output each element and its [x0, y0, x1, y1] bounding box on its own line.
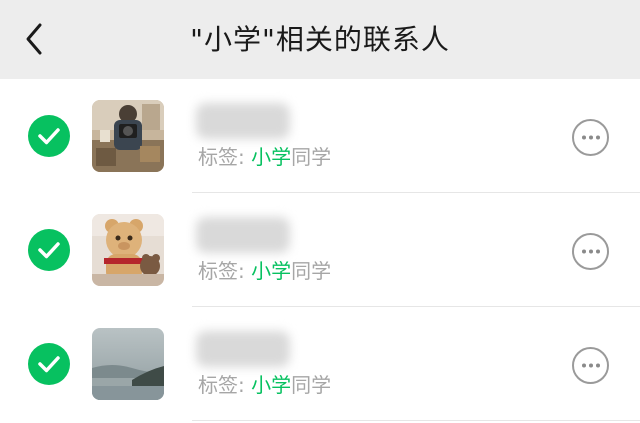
more-dots-icon	[582, 363, 600, 368]
avatar[interactable]	[92, 328, 164, 400]
contact-name-blurred	[196, 217, 290, 253]
tag-keyword-highlight: 小学	[251, 145, 292, 169]
contact-name-blurred	[196, 103, 290, 139]
more-button[interactable]	[572, 347, 609, 384]
navigation-bar: "小学"相关的联系人	[0, 0, 640, 79]
selected-checkbox[interactable]	[28, 343, 70, 385]
tag-suffix: 同学	[291, 145, 332, 169]
contact-tag: 标签: 小学同学	[198, 258, 331, 284]
contact-row[interactable]: 标签: 小学同学	[0, 193, 640, 307]
avatar[interactable]	[92, 214, 164, 286]
more-button[interactable]	[572, 233, 609, 270]
contact-row[interactable]: 标签: 小学同学	[0, 307, 640, 421]
more-dots-icon	[582, 249, 600, 254]
tag-keyword-highlight: 小学	[251, 373, 292, 397]
contact-tag: 标签: 小学同学	[198, 372, 331, 398]
avatar[interactable]	[92, 100, 164, 172]
tag-prefix: 标签:	[198, 259, 252, 283]
checkmark-icon	[38, 242, 60, 259]
selected-checkbox[interactable]	[28, 229, 70, 271]
row-divider	[192, 420, 640, 421]
tag-prefix: 标签:	[198, 373, 252, 397]
tag-keyword-highlight: 小学	[251, 259, 292, 283]
page-title: "小学"相关的联系人	[190, 23, 450, 56]
checkmark-icon	[38, 128, 60, 145]
tag-suffix: 同学	[291, 259, 332, 283]
tag-prefix: 标签:	[198, 145, 252, 169]
contact-list: 标签: 小学同学 标签: 小学同学 标签: 小学同学	[0, 79, 640, 423]
avatar-photo-person-with-camera	[92, 100, 164, 172]
selected-checkbox[interactable]	[28, 115, 70, 157]
contact-name-blurred	[196, 331, 290, 367]
tag-suffix: 同学	[291, 373, 332, 397]
more-dots-icon	[582, 135, 600, 140]
avatar-photo-misty-landscape	[92, 328, 164, 400]
avatar-photo-teddy-bear	[92, 214, 164, 286]
contact-row[interactable]: 标签: 小学同学	[0, 79, 640, 193]
more-button[interactable]	[572, 119, 609, 156]
contact-tag: 标签: 小学同学	[198, 144, 331, 170]
checkmark-icon	[38, 356, 60, 373]
